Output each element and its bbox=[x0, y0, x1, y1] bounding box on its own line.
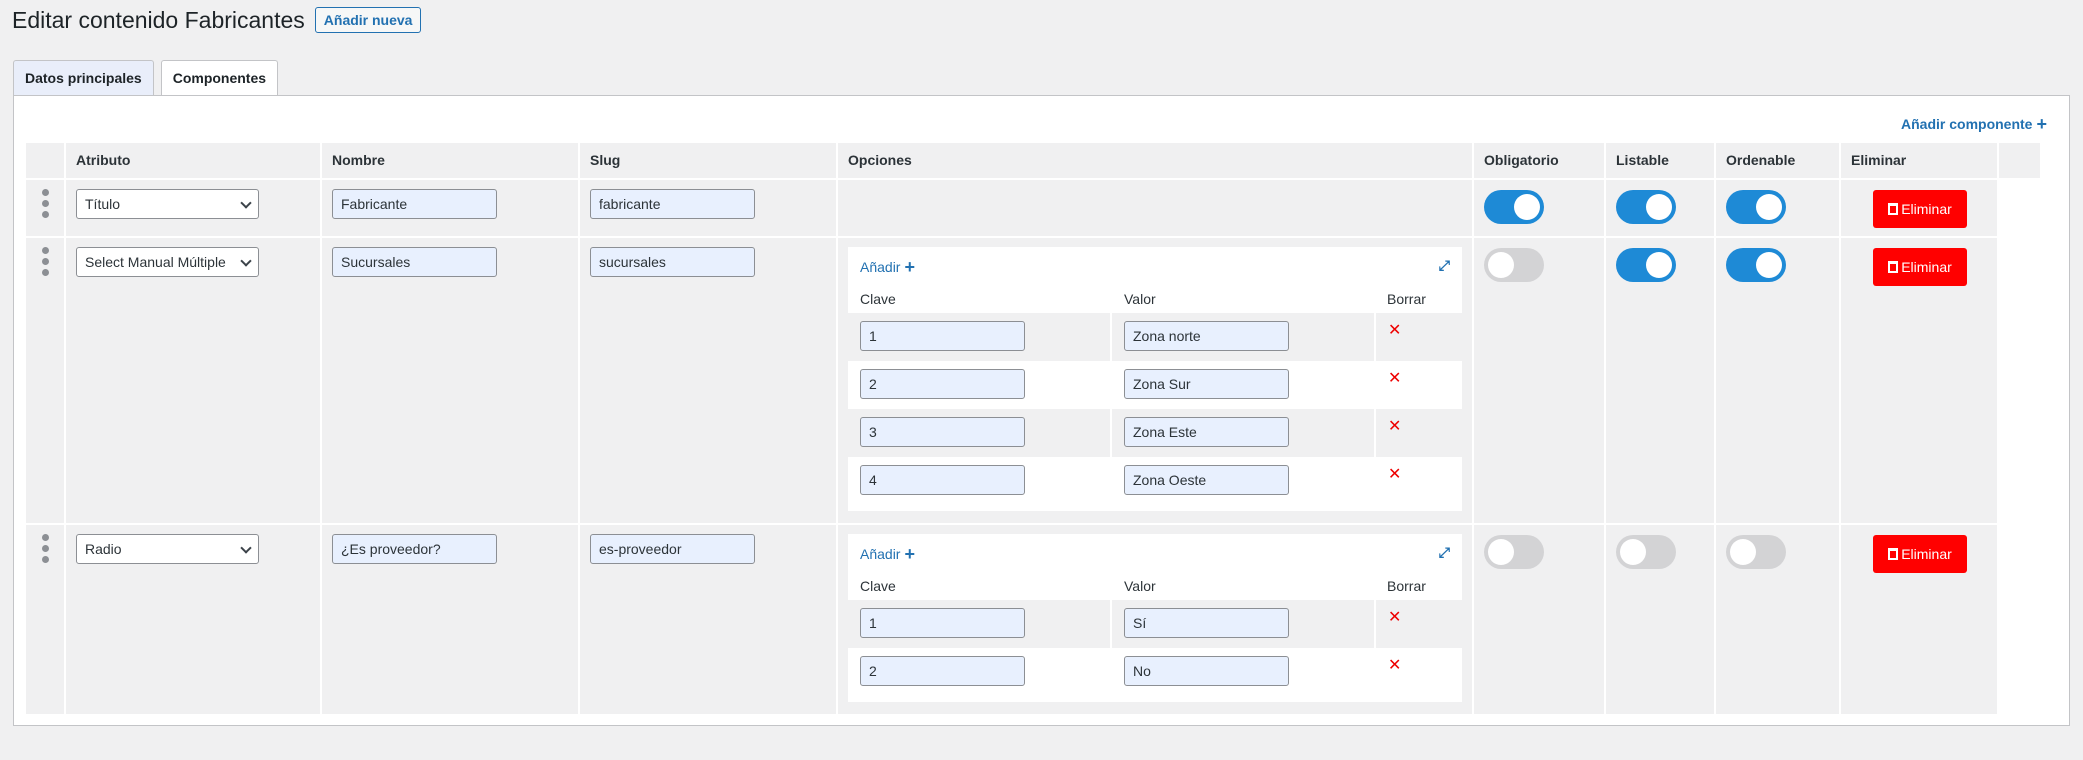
clave-input[interactable]: 2 bbox=[860, 369, 1025, 399]
options-header: Clave Valor Borrar bbox=[860, 291, 1426, 307]
obligatorio-toggle[interactable] bbox=[1484, 535, 1544, 569]
atributo-select[interactable]: Radio bbox=[76, 534, 259, 564]
column-nombre: Nombre bbox=[322, 143, 580, 178]
atributo-select[interactable]: Select Manual Múltiple bbox=[76, 247, 259, 277]
options-header: Clave Valor Borrar bbox=[860, 578, 1426, 594]
valor-input[interactable]: Zona norte bbox=[1124, 321, 1289, 351]
valor-input[interactable]: Zona Este bbox=[1124, 417, 1289, 447]
trash-icon bbox=[1888, 548, 1899, 560]
options-box: Añadir+ ⤢ Clave Valor Borrar 1 Sí ✕ 2 N bbox=[848, 534, 1462, 702]
close-icon[interactable]: ✕ bbox=[1374, 313, 1462, 361]
column-obligatorio: Obligatorio bbox=[1474, 143, 1606, 178]
listable-toggle[interactable] bbox=[1616, 535, 1676, 569]
opciones-cell bbox=[838, 180, 1474, 236]
clave-input[interactable]: 4 bbox=[860, 465, 1025, 495]
components-panel: Añadir componente + Atributo Nombre Slug… bbox=[13, 95, 2070, 726]
atributo-select[interactable]: Título bbox=[76, 189, 259, 219]
expand-icon[interactable]: ⤢ bbox=[1439, 257, 1450, 274]
tab-componentes[interactable]: Componentes bbox=[160, 60, 279, 97]
trash-icon bbox=[1888, 261, 1899, 273]
option-row: 2 Zona Sur ✕ bbox=[848, 361, 1462, 409]
slug-input[interactable]: fabricante bbox=[590, 189, 755, 219]
opciones-cell: Añadir + ⤢ Clave Valor Borrar 1 Zona nort… bbox=[838, 238, 1474, 523]
nombre-input[interactable]: Fabricante bbox=[332, 189, 497, 219]
components-table: Atributo Nombre Slug Opciones Obligatori… bbox=[26, 143, 2042, 714]
option-row: 4 Zona Oeste ✕ bbox=[848, 457, 1462, 505]
listable-toggle[interactable] bbox=[1616, 190, 1676, 224]
valor-input[interactable]: Zona Sur bbox=[1124, 369, 1289, 399]
nombre-input[interactable]: Sucursales bbox=[332, 247, 497, 277]
options-add-button[interactable]: Añadir + bbox=[848, 257, 1462, 277]
drag-handle-icon[interactable] bbox=[26, 525, 66, 714]
tab-datos-principales[interactable]: Datos principales bbox=[13, 60, 154, 96]
options-box: Añadir + ⤢ Clave Valor Borrar 1 Zona nort… bbox=[848, 247, 1462, 511]
valor-input[interactable]: Sí bbox=[1124, 608, 1289, 638]
table-row: Radio ¿Es proveedor? es-proveedor Añadir… bbox=[26, 523, 2042, 714]
valor-input[interactable]: Zona Oeste bbox=[1124, 465, 1289, 495]
column-opciones: Opciones bbox=[838, 143, 1474, 178]
listable-toggle[interactable] bbox=[1616, 248, 1676, 282]
options-add-button[interactable]: Añadir + bbox=[848, 544, 1462, 564]
slug-input[interactable]: es-proveedor bbox=[590, 534, 755, 564]
delete-button[interactable]: Eliminar bbox=[1873, 248, 1967, 286]
clave-input[interactable]: 1 bbox=[860, 321, 1025, 351]
page-title: Editar contenido Fabricantes bbox=[12, 7, 305, 33]
column-ordenable: Ordenable bbox=[1716, 143, 1841, 178]
obligatorio-toggle[interactable] bbox=[1484, 190, 1544, 224]
tab-bar: Datos principales Componentes bbox=[13, 60, 285, 97]
option-row: 1 Zona norte ✕ bbox=[848, 313, 1462, 361]
option-row: 3 Zona Este ✕ bbox=[848, 409, 1462, 457]
ordenable-toggle[interactable] bbox=[1726, 535, 1786, 569]
close-icon[interactable]: ✕ bbox=[1374, 648, 1462, 696]
table-row: Título Fabricante fabricante Eliminar bbox=[26, 178, 2042, 236]
column-atributo: Atributo bbox=[66, 143, 322, 178]
expand-icon[interactable]: ⤢ bbox=[1439, 544, 1450, 561]
slug-input[interactable]: sucursales bbox=[590, 247, 755, 277]
plus-icon: + bbox=[2036, 114, 2047, 134]
chevron-down-icon bbox=[240, 542, 252, 554]
nombre-input[interactable]: ¿Es proveedor? bbox=[332, 534, 497, 564]
option-row: 1 Sí ✕ bbox=[848, 600, 1462, 648]
valor-input[interactable]: No bbox=[1124, 656, 1289, 686]
page-header: Editar contenido Fabricantes Añadir nuev… bbox=[12, 6, 422, 34]
clave-input[interactable]: 1 bbox=[860, 608, 1025, 638]
column-eliminar: Eliminar bbox=[1841, 143, 1999, 178]
ordenable-toggle[interactable] bbox=[1726, 248, 1786, 282]
drag-handle-icon[interactable] bbox=[26, 180, 66, 236]
add-component-button[interactable]: Añadir componente + bbox=[1901, 114, 2047, 134]
close-icon[interactable]: ✕ bbox=[1374, 409, 1462, 457]
table-row: Select Manual Múltiple Sucursales sucurs… bbox=[26, 236, 2042, 523]
add-component-label: Añadir componente bbox=[1901, 116, 2033, 132]
delete-button[interactable]: Eliminar bbox=[1873, 535, 1967, 573]
close-icon[interactable]: ✕ bbox=[1374, 361, 1462, 409]
ordenable-toggle[interactable] bbox=[1726, 190, 1786, 224]
option-row: 2 No ✕ bbox=[848, 648, 1462, 696]
chevron-down-icon bbox=[240, 197, 252, 209]
table-header: Atributo Nombre Slug Opciones Obligatori… bbox=[26, 143, 2042, 178]
plus-icon: + bbox=[904, 257, 915, 277]
add-new-button[interactable]: Añadir nueva bbox=[314, 7, 422, 33]
plus-icon: + bbox=[904, 544, 915, 564]
column-spacer bbox=[1999, 143, 2042, 178]
drag-handle-icon[interactable] bbox=[26, 238, 66, 523]
obligatorio-toggle[interactable] bbox=[1484, 248, 1544, 282]
clave-input[interactable]: 2 bbox=[860, 656, 1025, 686]
close-icon[interactable]: ✕ bbox=[1374, 600, 1462, 648]
trash-icon bbox=[1888, 203, 1899, 215]
opciones-cell: Añadir+ ⤢ Clave Valor Borrar 1 Sí ✕ 2 N bbox=[838, 525, 1474, 714]
column-slug: Slug bbox=[580, 143, 838, 178]
delete-button[interactable]: Eliminar bbox=[1873, 190, 1967, 228]
drag-column-header bbox=[26, 143, 66, 178]
column-listable: Listable bbox=[1606, 143, 1716, 178]
chevron-down-icon bbox=[240, 255, 252, 267]
clave-input[interactable]: 3 bbox=[860, 417, 1025, 447]
close-icon[interactable]: ✕ bbox=[1374, 457, 1462, 505]
